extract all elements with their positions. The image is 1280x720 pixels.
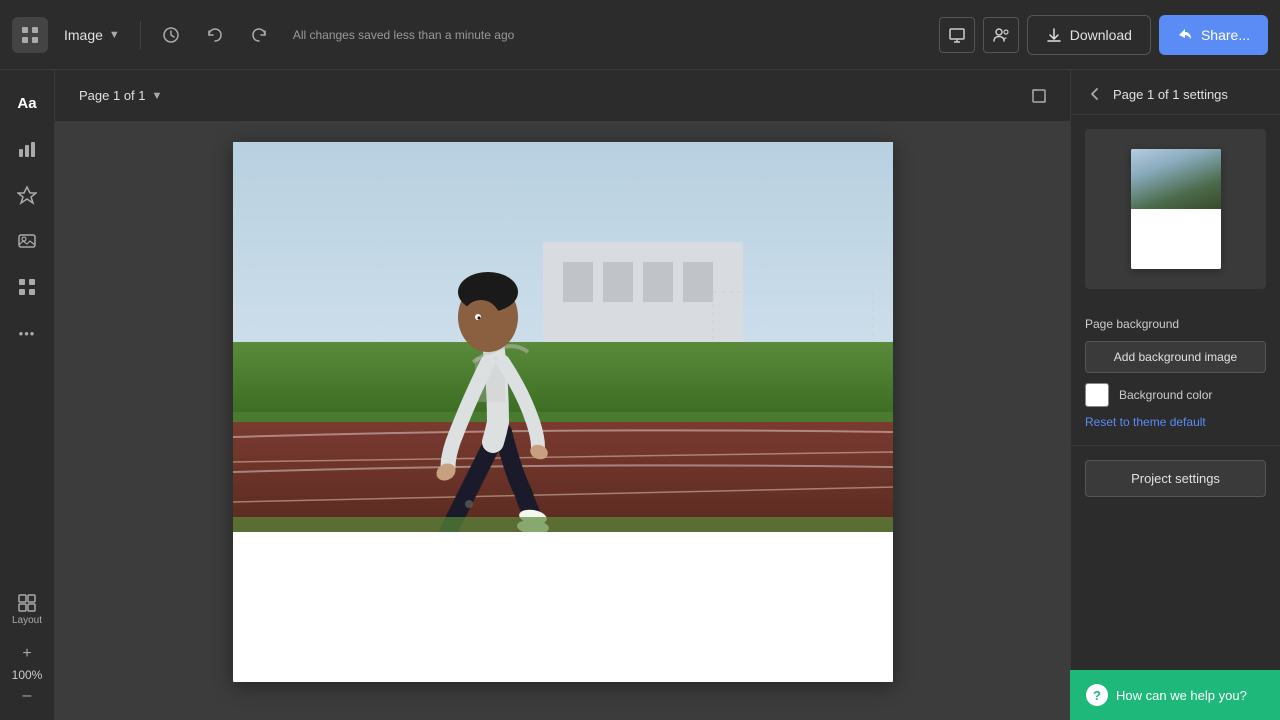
page-background-label: Page background xyxy=(1085,317,1266,331)
page-selector[interactable]: Page 1 of 1 ▼ xyxy=(71,83,170,108)
panel-header: Page 1 of 1 settings xyxy=(1071,70,1280,115)
background-color-label: Background color xyxy=(1119,388,1212,402)
present-button[interactable] xyxy=(939,17,975,53)
thumbnail-white-area xyxy=(1131,209,1221,269)
thumbnail-image xyxy=(1131,149,1221,209)
share-label: Share... xyxy=(1201,27,1250,43)
panel-back-button[interactable] xyxy=(1085,84,1105,104)
thumbnail-image-inner xyxy=(1131,149,1221,209)
canvas-area: Page 1 of 1 ▼ xyxy=(55,70,1070,720)
sidebar-item-photos[interactable] xyxy=(6,220,48,262)
history-button[interactable] xyxy=(153,17,189,53)
athlete-svg xyxy=(233,142,893,532)
project-settings-section: Project settings xyxy=(1071,446,1280,511)
background-color-swatch[interactable] xyxy=(1085,383,1109,407)
canvas-toolbar-right xyxy=(1024,81,1054,111)
help-bar[interactable]: ? How can we help you? xyxy=(1070,670,1280,720)
app-logo[interactable] xyxy=(12,17,48,53)
zoom-control: + 100% – xyxy=(12,642,43,708)
canvas-image[interactable] xyxy=(233,142,893,532)
elements-icon xyxy=(17,185,37,205)
panel-title: Page 1 of 1 settings xyxy=(1113,87,1228,102)
sidebar-item-text[interactable]: Aa xyxy=(6,82,48,124)
title-chevron-icon: ▼ xyxy=(109,29,120,41)
page-thumbnail[interactable] xyxy=(1131,149,1221,269)
zoom-plus-button[interactable]: + xyxy=(13,642,41,666)
main-area: Aa xyxy=(0,70,1280,720)
more-icon: ••• xyxy=(19,326,36,341)
layout-button[interactable]: Layout xyxy=(6,588,48,630)
thumbnail-area xyxy=(1071,115,1280,303)
left-sidebar: Aa xyxy=(0,70,55,720)
topbar-right-actions: Download Share... xyxy=(939,15,1268,55)
page-canvas[interactable] xyxy=(233,142,893,682)
charts-icon xyxy=(17,139,37,159)
apps-icon xyxy=(17,277,37,297)
sidebar-item-charts[interactable] xyxy=(6,128,48,170)
page-selector-chevron-icon: ▼ xyxy=(152,90,163,102)
project-settings-button[interactable]: Project settings xyxy=(1085,460,1266,497)
layout-icon xyxy=(17,593,37,613)
photos-icon xyxy=(17,231,37,251)
topbar: Image ▼ All changes saved less than a mi… xyxy=(0,0,1280,70)
zoom-minus-button[interactable]: – xyxy=(13,684,41,708)
page-background-section: Page background Add background image Bac… xyxy=(1071,303,1280,446)
help-icon: ? xyxy=(1086,684,1108,706)
reset-theme-link[interactable]: Reset to theme default xyxy=(1085,415,1206,429)
right-panel: Page 1 of 1 settings Page background Add… xyxy=(1070,70,1280,720)
download-button[interactable]: Download xyxy=(1027,15,1151,55)
add-background-image-button[interactable]: Add background image xyxy=(1085,341,1266,373)
canvas-toolbar: Page 1 of 1 ▼ xyxy=(55,70,1070,122)
sidebar-item-elements[interactable] xyxy=(6,174,48,216)
canvas-content[interactable] xyxy=(55,122,1070,720)
help-text: How can we help you? xyxy=(1116,688,1247,703)
share-button[interactable]: Share... xyxy=(1159,15,1268,55)
undo-button[interactable] xyxy=(197,17,233,53)
text-icon: Aa xyxy=(17,95,36,112)
page-selector-label: Page 1 of 1 xyxy=(79,88,146,103)
file-title-button[interactable]: Image ▼ xyxy=(56,21,128,49)
file-title-text: Image xyxy=(64,27,103,43)
expand-icon xyxy=(1031,88,1047,104)
background-color-row: Background color xyxy=(1085,383,1266,407)
download-label: Download xyxy=(1070,27,1132,43)
collaborate-button[interactable] xyxy=(983,17,1019,53)
redo-button[interactable] xyxy=(241,17,277,53)
sidebar-item-apps[interactable] xyxy=(6,266,48,308)
sidebar-bottom: Layout + 100% – xyxy=(6,588,48,708)
expand-canvas-button[interactable] xyxy=(1024,81,1054,111)
page-thumbnail-wrapper[interactable] xyxy=(1085,129,1266,289)
topbar-divider xyxy=(140,21,141,49)
layout-label: Layout xyxy=(12,615,42,626)
zoom-value: 100% xyxy=(12,668,43,682)
sidebar-item-more[interactable]: ••• xyxy=(6,312,48,354)
autosave-status: All changes saved less than a minute ago xyxy=(293,28,931,42)
arrow-left-icon xyxy=(1087,86,1103,102)
